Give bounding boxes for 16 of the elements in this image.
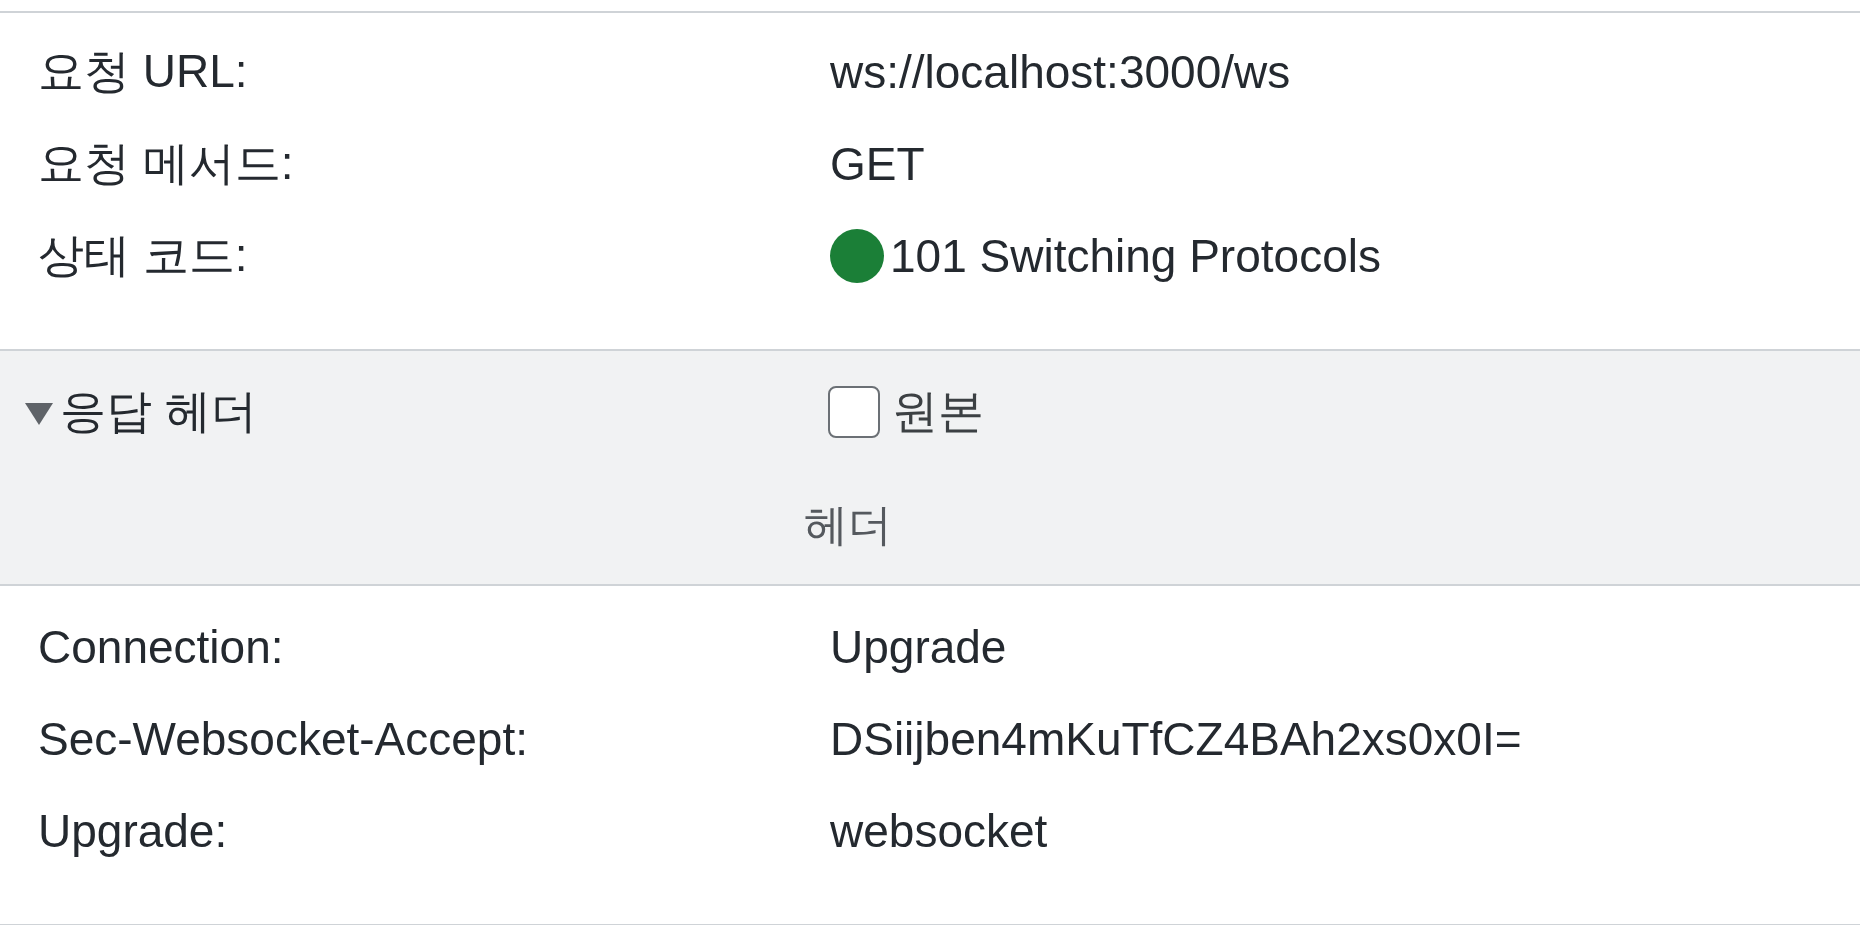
field-value: 101 Switching Protocols xyxy=(890,229,1381,283)
header-name: Upgrade: xyxy=(38,804,228,858)
raw-checkbox[interactable] xyxy=(828,386,880,438)
header-name: Sec-Websocket-Accept: xyxy=(38,712,528,766)
field-label: 요청 메서드: xyxy=(38,136,294,191)
header-value: websocket xyxy=(830,804,1048,858)
checkbox-label: 원본 xyxy=(892,384,984,439)
column-label: 헤더 xyxy=(804,498,892,551)
field-label: 요청 URL: xyxy=(38,44,248,99)
field-label: 상태 코드: xyxy=(38,228,248,283)
field-value: GET xyxy=(830,137,925,191)
field-value: ws://localhost:3000/ws xyxy=(830,45,1291,99)
section-toggle[interactable]: 응답 헤더 xyxy=(24,381,257,443)
header-value: DSiijben4mKuTfCZ4BAh2xs0x0I= xyxy=(830,712,1522,766)
header-name: Connection: xyxy=(38,620,284,674)
header-value: Upgrade xyxy=(830,620,1007,674)
